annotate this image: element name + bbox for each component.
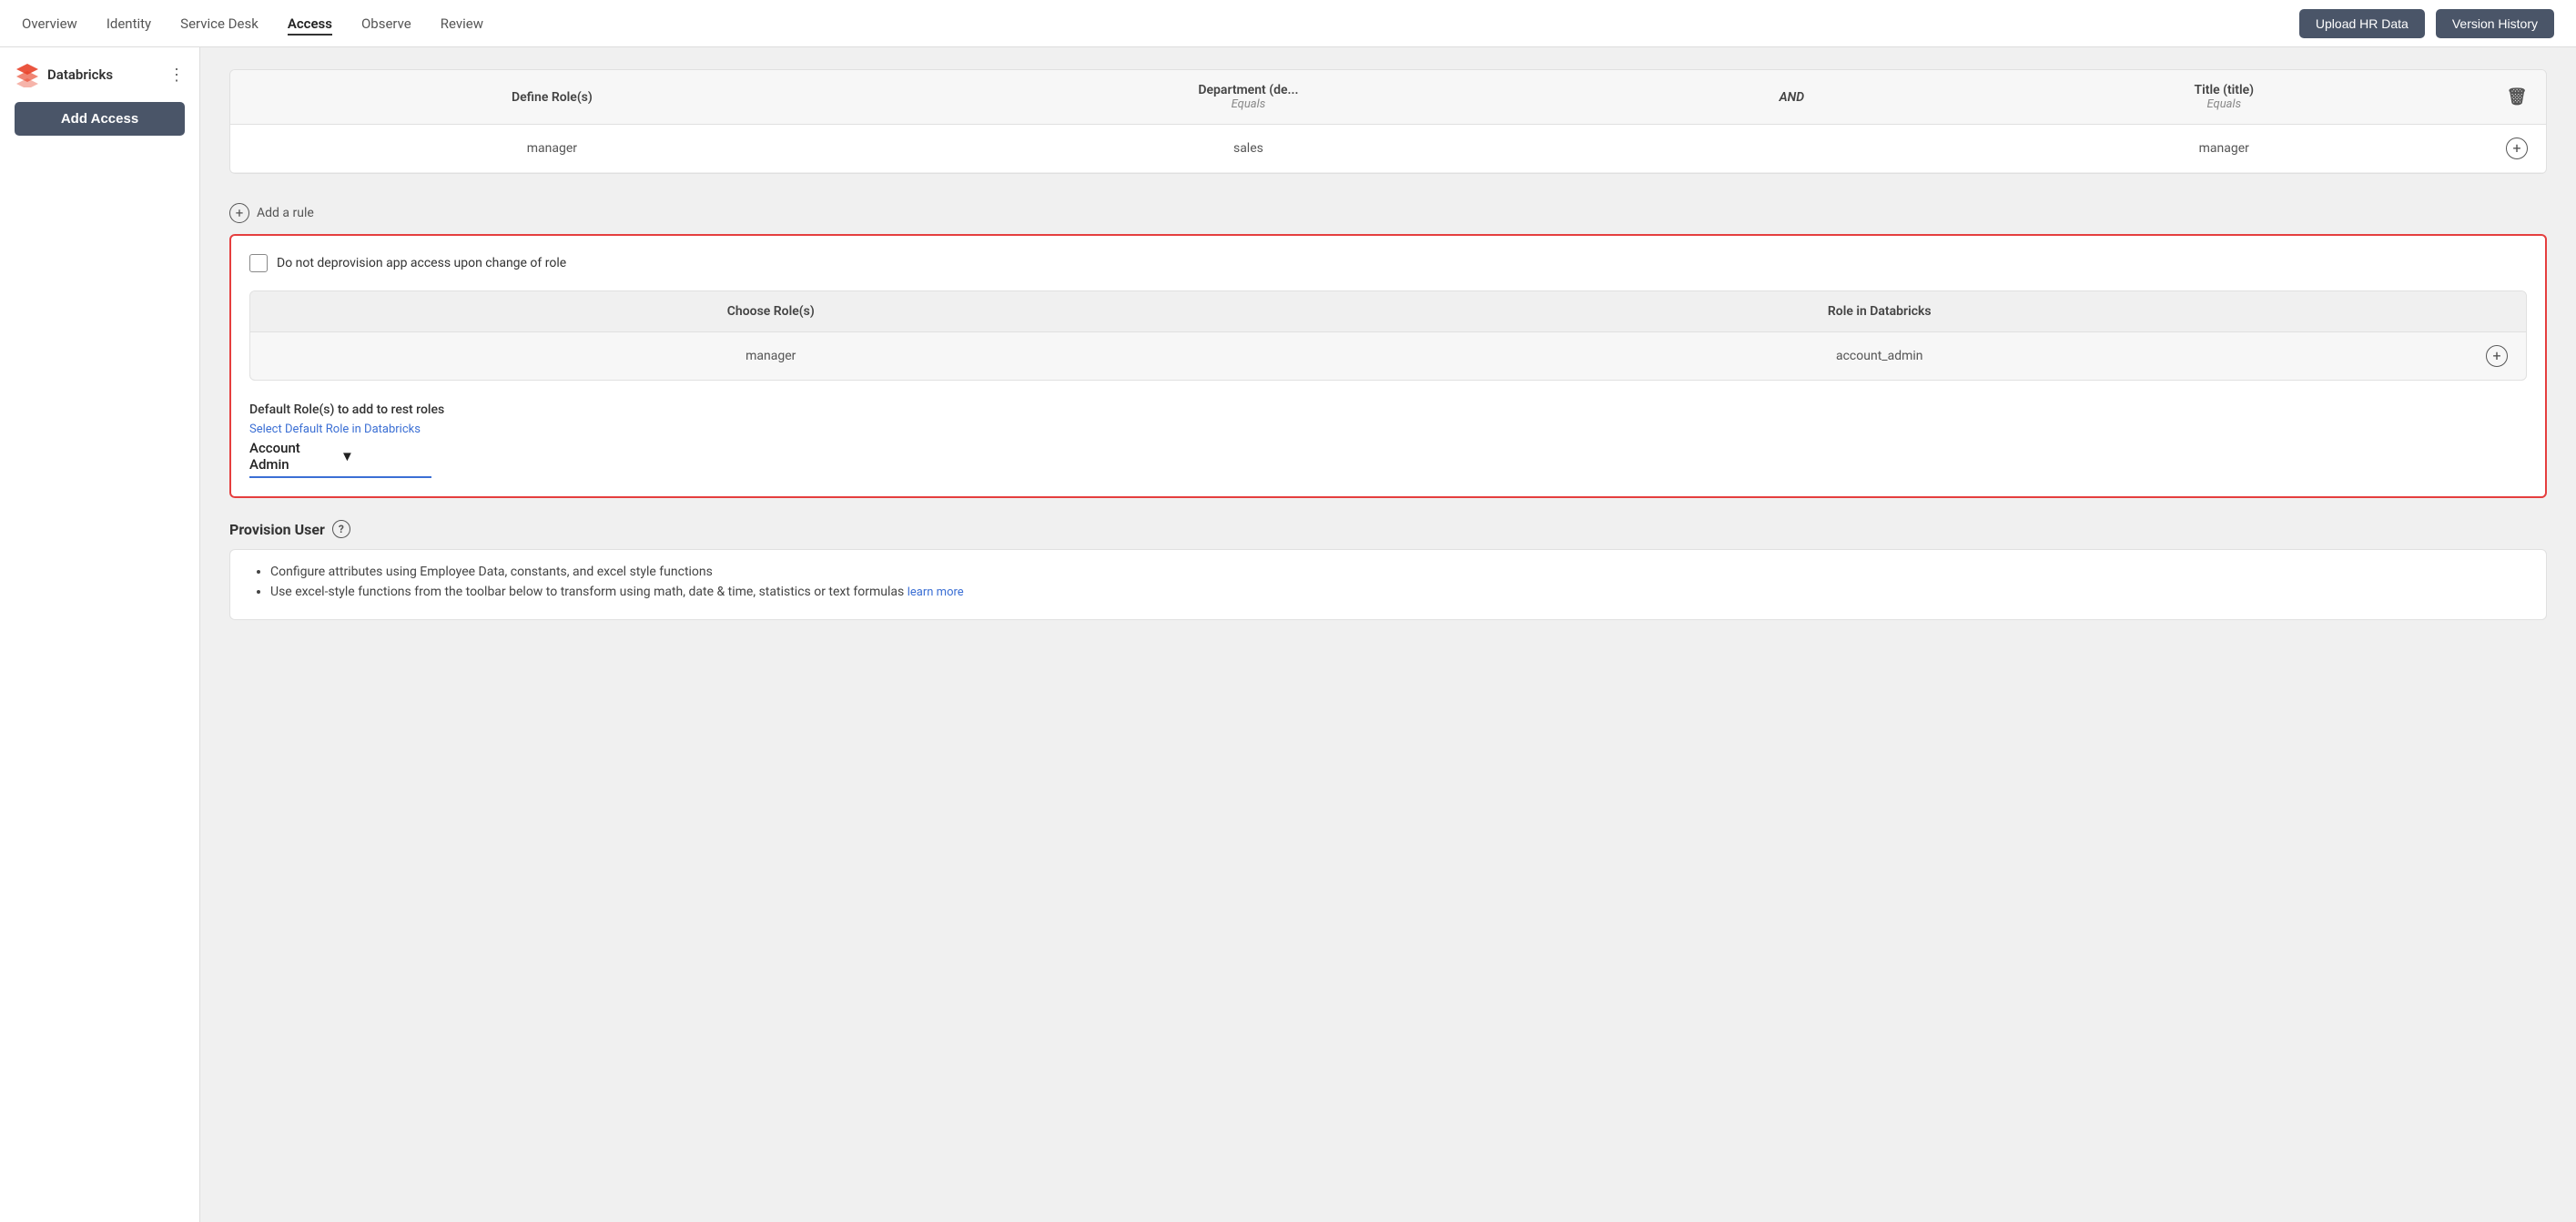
provision-user-box: Configure attributes using Employee Data… <box>229 549 2547 620</box>
top-nav: Overview Identity Service Desk Access Ob… <box>0 0 2576 47</box>
role-mapping-table-wrap: Choose Role(s) Role in Databricks manage… <box>249 290 2527 381</box>
cell-department: sales <box>874 125 1623 173</box>
add-row-icon[interactable]: + <box>2506 137 2528 159</box>
deprovision-checkbox[interactable] <box>249 254 268 272</box>
provision-bullet-1: Configure attributes using Employee Data… <box>270 565 2524 579</box>
more-options-icon[interactable]: ⋮ <box>168 66 185 85</box>
nav-review[interactable]: Review <box>441 12 483 36</box>
nav-service-desk[interactable]: Service Desk <box>180 12 259 36</box>
col-department: Department (de... Equals <box>874 70 1623 125</box>
nav-links: Overview Identity Service Desk Access Ob… <box>22 12 483 36</box>
col-add-mapping <box>2468 291 2526 332</box>
cell-and <box>1623 125 1961 173</box>
learn-more-link[interactable]: learn more <box>908 586 964 599</box>
default-roles-label: Default Role(s) to add to rest roles <box>249 402 2527 417</box>
provision-user-header: Provision User ? <box>229 520 2547 538</box>
checkbox-row: Do not deprovision app access upon chang… <box>249 254 2527 272</box>
add-rule-row[interactable]: + Add a rule <box>229 192 2547 234</box>
col-title-sub: Equals <box>1979 97 2470 111</box>
role-mapping-table: Choose Role(s) Role in Databricks manage… <box>250 291 2526 380</box>
col-and: AND <box>1623 70 1961 125</box>
sidebar-header: Databricks ⋮ <box>15 62 185 87</box>
delete-row-icon[interactable]: 🗑 <box>2507 87 2528 107</box>
account-admin-value: Account Admin <box>249 440 340 473</box>
add-access-button[interactable]: Add Access <box>15 102 185 136</box>
layout: Databricks ⋮ Add Access Define Role(s) D… <box>0 47 2576 1222</box>
add-mapping-icon[interactable]: + <box>2486 345 2508 367</box>
sidebar-brand: Databricks <box>15 62 113 87</box>
nav-identity[interactable]: Identity <box>106 12 151 36</box>
nav-overview[interactable]: Overview <box>22 12 77 36</box>
col-choose-roles: Choose Role(s) <box>250 291 1292 332</box>
col-title: Title (title) Equals <box>1961 70 2488 125</box>
cell-choose-role: manager <box>250 332 1292 381</box>
table-row: manager sales manager + <box>230 125 2546 173</box>
databricks-logo-icon <box>15 62 40 87</box>
table-row: manager account_admin + <box>250 332 2526 381</box>
select-default-role-label: Select Default Role in Databricks <box>249 423 2527 436</box>
nav-actions: Upload HR Data Version History <box>2299 9 2554 38</box>
sidebar: Databricks ⋮ Add Access <box>0 47 200 1222</box>
col-define-roles: Define Role(s) <box>230 70 874 125</box>
provision-user-section: Provision User ? Configure attributes us… <box>229 520 2547 620</box>
provision-user-info-icon[interactable]: ? <box>332 520 350 538</box>
default-roles-section: Default Role(s) to add to rest roles Sel… <box>249 399 2527 478</box>
role-condition-table-grid: Define Role(s) Department (de... Equals … <box>230 70 2546 173</box>
main-content: Define Role(s) Department (de... Equals … <box>200 47 2576 1222</box>
cell-add: + <box>2488 125 2546 173</box>
account-admin-select[interactable]: Account Admin ▼ <box>249 440 431 478</box>
nav-access[interactable]: Access <box>288 12 332 36</box>
brand-name: Databricks <box>47 66 113 83</box>
cell-title: manager <box>1961 125 2488 173</box>
role-mapping-section: Do not deprovision app access upon chang… <box>229 234 2547 498</box>
provision-bullet-2: Use excel-style functions from the toolb… <box>270 585 2524 599</box>
upload-hr-data-button[interactable]: Upload HR Data <box>2299 9 2425 38</box>
provision-bullets: Configure attributes using Employee Data… <box>252 565 2524 599</box>
version-history-button[interactable]: Version History <box>2436 9 2554 38</box>
add-rule-label: Add a rule <box>257 206 314 220</box>
add-rule-circle-icon: + <box>229 203 249 223</box>
col-department-sub: Equals <box>892 97 1605 111</box>
cell-add-mapping: + <box>2468 332 2526 381</box>
col-role-in-databricks: Role in Databricks <box>1292 291 2469 332</box>
cell-define-role: manager <box>230 125 874 173</box>
roles-condition-table: Define Role(s) Department (de... Equals … <box>229 69 2547 174</box>
provision-user-title: Provision User <box>229 521 325 538</box>
deprovision-label: Do not deprovision app access upon chang… <box>277 256 566 270</box>
nav-observe[interactable]: Observe <box>361 12 411 36</box>
cell-role-in-databricks: account_admin <box>1292 332 2469 381</box>
dropdown-arrow-icon: ▼ <box>340 448 431 464</box>
col-delete-header: 🗑 <box>2488 70 2546 125</box>
